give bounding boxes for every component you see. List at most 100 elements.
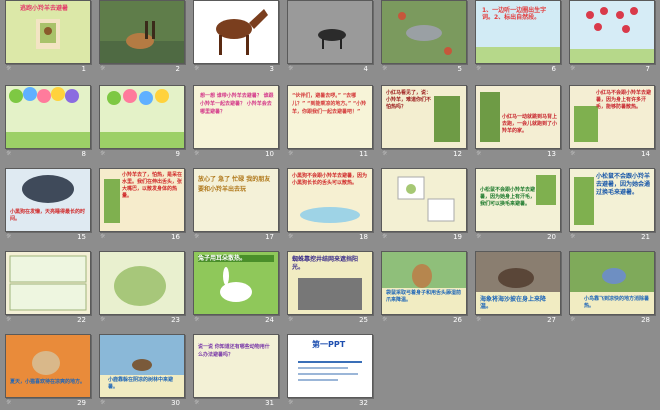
slide-thumbnail-23[interactable]: ☼ 23 — [99, 251, 186, 324]
slide-transition-icon: ☼ — [476, 316, 482, 323]
slide-thumbnail-21[interactable]: 小松鼠不会跟小羚羊去避暑，因为她会通过换毛来避暑。 ☼ 21 — [569, 168, 656, 241]
slide-transition-icon: ☼ — [382, 150, 388, 157]
slide-thumbnail-20[interactable]: 小松鼠不会跟小羚羊去避暑，因为她身上有汗毛，我们可以换毛来避暑。 ☼ 20 — [475, 168, 562, 241]
slide-title: 小红马不会跟小羚羊去避暑，因为身上有许多汗毛，能够防暑散热。 — [596, 90, 652, 110]
slide-thumbnail-26[interactable]: 袋鼠采取弓着身子和用舌头舔湿前爪来降温。 ☼ 26 — [381, 251, 468, 324]
slide-number: 16 — [171, 233, 180, 241]
slide-number: 6 — [551, 65, 556, 73]
slide-transition-icon: ☼ — [382, 233, 388, 240]
slide-number: 11 — [359, 150, 368, 158]
slide-title: “伙伴们，避暑去啰。” “去哪儿？” “到能乘凉的地方。” “小羚羊，你跟我们一… — [292, 93, 367, 115]
slide-number: 26 — [453, 316, 462, 324]
slide-transition-icon: ☼ — [100, 316, 106, 323]
slide-transition-icon: ☼ — [194, 150, 200, 157]
slide-number: 30 — [171, 399, 180, 407]
slide-number: 23 — [171, 316, 180, 324]
slide-thumbnail-7[interactable]: ☼ 7 — [569, 0, 656, 73]
slide-transition-icon: ☼ — [288, 150, 294, 157]
slide-number: 8 — [81, 150, 86, 158]
slide-transition-icon: ☼ — [100, 150, 106, 157]
slide-thumbnail-1[interactable]: 逃跑小羚羊去避暑 ☼ 1 — [5, 0, 92, 73]
slide-transition-icon: ☼ — [570, 233, 576, 240]
slide-transition-icon: ☼ — [6, 65, 12, 72]
slide-transition-icon: ☼ — [288, 316, 294, 323]
slide-thumbnail-13[interactable]: 小红马一动就跳到马背上去跑，一会儿就跑到了小羚羊的家。 ☼ 13 — [475, 85, 562, 158]
slide-number: 18 — [359, 233, 368, 241]
slide-transition-icon: ☼ — [382, 65, 388, 72]
slide-transition-icon: ☼ — [570, 316, 576, 323]
slide-thumbnail-27[interactable]: 海象将海沙披在身上来降温。 ☼ 27 — [475, 251, 562, 324]
slide-transition-icon: ☼ — [288, 399, 294, 406]
slide-number: 1 — [81, 65, 86, 73]
slide-title: 小羚羊去了，怕热，是呆在水里。我们在伸出舌头，张大嘴巴，以散发身体的热量。 — [122, 172, 183, 199]
slide-number: 3 — [269, 65, 274, 73]
slide-transition-icon: ☼ — [476, 233, 482, 240]
slide-number: 2 — [175, 65, 180, 73]
slide-title: 小黑狗在发懒，天亮睡得最长的时间。 — [10, 209, 86, 222]
slide-thumbnail-22[interactable]: ☼ 22 — [5, 251, 92, 324]
slide-transition-icon: ☼ — [6, 150, 12, 157]
slide-transition-icon: ☼ — [100, 65, 106, 72]
slide-thumbnail-16[interactable]: 小羚羊去了，怕热，是呆在水里。我们在伸出舌头，张大嘴巴，以散发身体的热量。 ☼ … — [99, 168, 186, 241]
slide-thumbnail-2[interactable]: ☼ 2 — [99, 0, 186, 73]
slide-transition-icon: ☼ — [6, 316, 12, 323]
slide-title: 小松鼠不会跟小羚羊去避暑，因为她身上有汗毛，我们可以换毛来避暑。 — [480, 187, 536, 207]
slide-transition-icon: ☼ — [476, 65, 482, 72]
slide-number: 7 — [645, 65, 650, 73]
slide-transition-icon: ☼ — [570, 65, 576, 72]
slide-thumbnail-30[interactable]: 小鹿靠躲在阴凉的树林中来避暑。 ☼ 30 — [99, 334, 186, 407]
slide-title: 夏天，小猫喜欢待在凉爽的地方。 — [10, 379, 86, 385]
slide-number: 19 — [453, 233, 462, 241]
slide-number: 28 — [641, 316, 650, 324]
slide-number: 17 — [265, 233, 274, 241]
slide-transition-icon: ☼ — [288, 65, 294, 72]
slide-thumbnail-31[interactable]: 说一说 你知道还有哪些动物用什么办法避暑吗？ ☼ 31 — [193, 334, 280, 407]
slide-thumbnail-6[interactable]: 1、一边听一边圈出生字词。2、标出自然段。 ☼ 6 — [475, 0, 562, 73]
slide-title: 小黑狗不会跟小羚羊去避暑，因为小黑狗长长的舌头可以散热。 — [292, 173, 368, 186]
slide-transition-icon: ☼ — [194, 316, 200, 323]
slide-number: 21 — [641, 233, 650, 241]
slide-title: 小鹿靠躲在阴凉的树林中来避暑。 — [108, 377, 174, 390]
slide-title: 想一想 谁带小羚羊去避暑？ 谁跟小羚羊一起去避暑？ 小羚羊会去哪里避暑？ — [200, 93, 274, 115]
slide-title: 第一PPT — [312, 340, 346, 349]
slide-thumbnail-15[interactable]: 小黑狗在发懒，天亮睡得最长的时间。 ☼ 15 — [5, 168, 92, 241]
slide-thumbnail-5[interactable]: ☼ 5 — [381, 0, 468, 73]
slide-thumbnail-9[interactable]: ☼ 9 — [99, 85, 186, 158]
slide-transition-icon: ☼ — [194, 233, 200, 240]
slide-transition-icon: ☼ — [100, 399, 106, 406]
slide-title: 小红马一动就跳到马背上去跑，一会儿就跑到了小羚羊的家。 — [502, 114, 558, 134]
slide-transition-icon: ☼ — [194, 65, 200, 72]
slide-thumbnail-25[interactable]: 蜘蛛靠挖井结网来遮挡阳光。 ☼ 25 — [287, 251, 374, 324]
slide-thumbnail-4[interactable]: ☼ 4 — [287, 0, 374, 73]
slide-thumbnail-14[interactable]: 小红马不会跟小羚羊去避暑，因为身上有许多汗毛，能够防暑散热。 ☼ 14 — [569, 85, 656, 158]
slide-thumbnail-10[interactable]: 想一想 谁带小羚羊去避暑？ 谁跟小羚羊一起去避暑？ 小羚羊会去哪里避暑？ ☼ 1… — [193, 85, 280, 158]
slide-title: 说一说 你知道还有哪些动物用什么办法避暑吗？ — [198, 344, 270, 358]
slide-number: 31 — [265, 399, 274, 407]
slide-thumbnail-32[interactable]: 第一PPT ☼ 32 — [287, 334, 374, 407]
slide-number: 10 — [265, 150, 274, 158]
slide-thumbnail-28[interactable]: 小鸟靠飞到凉快的地方消除暑热。 ☼ 28 — [569, 251, 656, 324]
slide-title: 小松鼠不会跟小羚羊去避暑，因为她会通过换毛来避暑。 — [596, 173, 651, 196]
slide-thumbnail-29[interactable]: 夏天，小猫喜欢待在凉爽的地方。 ☼ 29 — [5, 334, 92, 407]
slide-number: 20 — [547, 233, 556, 241]
slide-number: 4 — [363, 65, 368, 73]
slide-title: 蜘蛛靠挖井结网来遮挡阳光。 — [292, 256, 359, 271]
slide-thumbnail-19[interactable]: ☼ 19 — [381, 168, 468, 241]
slide-number: 12 — [453, 150, 462, 158]
slide-transition-icon: ☼ — [570, 150, 576, 157]
slide-number: 25 — [359, 316, 368, 324]
slide-number: 5 — [457, 65, 462, 73]
slide-thumbnail-8[interactable]: ☼ 8 — [5, 85, 92, 158]
slide-transition-icon: ☼ — [6, 233, 12, 240]
slide-thumbnail-18[interactable]: 小黑狗不会跟小羚羊去避暑，因为小黑狗长长的舌头可以散热。 ☼ 18 — [287, 168, 374, 241]
slide-number: 22 — [77, 316, 86, 324]
slide-thumbnail-12[interactable]: 小红马看见了，说：小羚羊，难道你们不怕热吗？ ☼ 12 — [381, 85, 468, 158]
slide-number: 24 — [265, 316, 274, 324]
slide-thumbnail-11[interactable]: “伙伴们，避暑去啰。” “去哪儿？” “到能乘凉的地方。” “小羚羊，你跟我们一… — [287, 85, 374, 158]
slide-thumbnail-24[interactable]: 兔子用耳朵散热。 ☼ 24 — [193, 251, 280, 324]
slide-thumbnail-17[interactable]: 放心了 急了 忙碌 我的朋友 要和小羚羊出去玩 ☼ 17 — [193, 168, 280, 241]
slide-number: 15 — [77, 233, 86, 241]
slide-number: 9 — [175, 150, 180, 158]
slide-thumbnail-3[interactable]: ☼ 3 — [193, 0, 280, 73]
slide-number: 27 — [547, 316, 556, 324]
